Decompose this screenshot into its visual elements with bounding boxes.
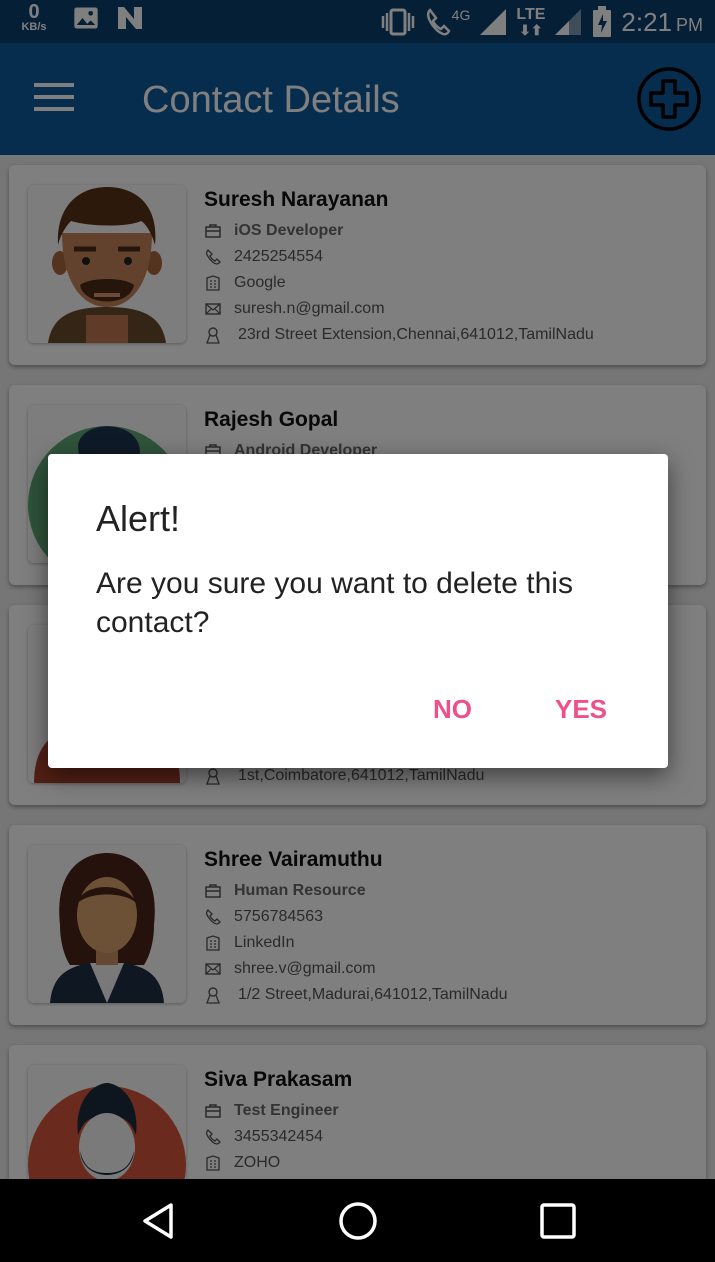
navigation-bar xyxy=(0,1179,715,1262)
back-icon[interactable] xyxy=(137,1199,181,1243)
alert-dialog: Alert! Are you sure you want to delete t… xyxy=(48,454,668,768)
dialog-title: Alert! xyxy=(96,498,181,539)
no-button[interactable]: NO xyxy=(433,694,472,725)
home-icon[interactable] xyxy=(336,1199,380,1243)
yes-button[interactable]: YES xyxy=(555,694,607,725)
dialog-message: Are you sure you want to delete this con… xyxy=(96,567,573,639)
recents-icon[interactable] xyxy=(536,1199,580,1243)
